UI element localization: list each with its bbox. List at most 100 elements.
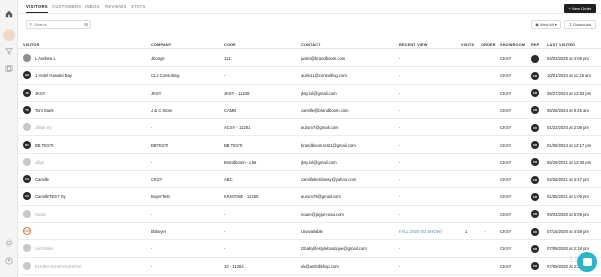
cell-code: ABC bbox=[224, 177, 233, 183]
cell-showroom: CKSY bbox=[500, 125, 512, 131]
cell-visitor[interactable]: ELVIRA KUSRYASHOVA bbox=[35, 264, 82, 269]
view-all-dropdown[interactable]: ◉ View All ▾ bbox=[531, 20, 561, 29]
cell-contact: tzbabylifestyleboutique@gmail.com bbox=[301, 246, 367, 252]
visitor-avatar: CS bbox=[23, 192, 31, 201]
gallery-icon[interactable] bbox=[4, 64, 14, 74]
table-row[interactable]: GO bbbuyer - Unavailable FALL 2020 (02 SHOW)… bbox=[18, 223, 601, 241]
cell-contact: Unavailable bbox=[301, 229, 323, 234]
tab-customers[interactable]: CUSTOMERS bbox=[52, 4, 81, 9]
cell-visitor[interactable]: Camille bbox=[35, 177, 49, 182]
cell-company: J & C Store bbox=[151, 107, 173, 113]
table-row[interactable]: ELVIRA KUSRYASHOVA - 10 - 11264 ek@anthills… bbox=[18, 258, 601, 275]
visitor-avatar bbox=[23, 209, 31, 218]
col-visitor[interactable]: VISITOR bbox=[23, 43, 40, 47]
cell-company: BuyerTest bbox=[151, 194, 170, 200]
tab-inbox[interactable]: INBOX bbox=[85, 4, 100, 9]
table-row[interactable]: CA Camille CKSY ABC camillekristinesy@yahoo.… bbox=[18, 171, 601, 189]
table-row[interactable]: Lief Stiles - - tzbabylifestyleboutique@gma… bbox=[18, 240, 601, 258]
scan-icon[interactable]: ⊞ bbox=[84, 22, 88, 28]
search-icon: ⚲ bbox=[29, 21, 33, 27]
visitor-avatar: BT bbox=[23, 140, 31, 149]
table-row[interactable]: Jillyn - Brandboom - L56 jksy.lol@gmail.com… bbox=[18, 154, 601, 172]
cell-showroom: CKSY bbox=[500, 90, 512, 96]
rep-avatar: CR bbox=[531, 123, 539, 132]
home-icon[interactable] bbox=[4, 9, 14, 19]
table-row[interactable]: CS CamilleTEST Sy BuyerTest KRISTINE - 1126… bbox=[18, 188, 601, 206]
cell-showroom: CKSY bbox=[500, 229, 512, 234]
tab-stats[interactable]: STATS bbox=[131, 4, 146, 9]
table-header: VISITOR COMPANY CODE CONTACT RECENT VIEW… bbox=[18, 40, 601, 49]
cell-showroom: CKSY bbox=[500, 107, 512, 113]
rep-avatar: CR bbox=[531, 158, 539, 167]
cell-company: - bbox=[151, 211, 153, 217]
cell-last-visited: 04/26/2021 at 3:47 pm bbox=[547, 177, 589, 183]
visitor-avatar: JK bbox=[23, 88, 31, 97]
col-order[interactable]: ORDER bbox=[481, 43, 496, 47]
rep-avatar: CR bbox=[531, 244, 539, 253]
table-row[interactable]: BT BB TESTI BBTESTI BB TESTI brandboom.test1… bbox=[18, 137, 601, 154]
plus-icon: + bbox=[568, 6, 571, 11]
cell-company: CLJ Consulting bbox=[151, 73, 180, 79]
cell-recent-view: - bbox=[399, 107, 401, 113]
cell-company: BBTESTI bbox=[151, 142, 169, 148]
cell-code: CAMB bbox=[224, 107, 237, 113]
col-recent-view[interactable]: RECENT VIEW bbox=[399, 43, 428, 47]
filter-icon[interactable] bbox=[4, 46, 14, 56]
account-icon[interactable] bbox=[4, 256, 14, 266]
cell-visitor[interactable]: JKSY bbox=[35, 91, 45, 96]
table-row[interactable]: L Andrew L Jbongs 111 justin@brandboom.com -… bbox=[18, 50, 601, 68]
tab-reviews[interactable]: REVIEWS bbox=[105, 4, 126, 9]
cell-visitor[interactable]: 1 Hotel Hanalei Bay bbox=[35, 73, 72, 78]
col-last-visited[interactable]: LAST VISITED bbox=[547, 43, 575, 47]
cell-code: - bbox=[224, 73, 226, 79]
cell-code: JKSY - 11248 bbox=[224, 90, 250, 96]
cell-visitor[interactable]: Noam bbox=[35, 212, 46, 217]
cell-visitor[interactable]: L Andrew L bbox=[35, 56, 56, 61]
rep-avatar: CR bbox=[531, 106, 539, 115]
rep-avatar: CR bbox=[531, 175, 539, 184]
cell-recent-view: - bbox=[399, 56, 401, 61]
new-order-button[interactable]: + New Order bbox=[564, 4, 596, 13]
table-row[interactable]: Jillian Sy - ACSY - 11251 aurum7@gmail.com -… bbox=[18, 119, 601, 137]
col-rep[interactable]: REP bbox=[531, 43, 539, 47]
top-nav: VISITORS CUSTOMERS INBOX REVIEWS STATS bbox=[18, 0, 601, 14]
rep-avatar: CR bbox=[531, 141, 539, 149]
cell-showroom: CKSY bbox=[500, 56, 512, 61]
cell-contact: camille@brandboom.com bbox=[301, 107, 349, 113]
col-visits[interactable]: VISITS bbox=[461, 43, 474, 47]
cell-visitor[interactable]: Lief Stiles bbox=[35, 246, 53, 251]
cell-visitor[interactable]: Jillian Sy bbox=[35, 125, 52, 130]
col-contact[interactable]: CONTACT bbox=[301, 43, 321, 47]
table-row[interactable]: TS Toni Stark J & C Store CAMB camille@brand… bbox=[18, 102, 601, 120]
col-showroom[interactable]: SHOWROOM bbox=[500, 43, 525, 47]
cell-company: CKSY bbox=[151, 177, 163, 183]
table-row[interactable]: JK JKSY JKSY JKSY - 11248 jksy.lol@gmail.com… bbox=[18, 85, 601, 102]
table-row[interactable]: HH 1 Hotel Hanalei Bay CLJ Consulting - auri… bbox=[18, 67, 601, 85]
tab-visitors[interactable]: VISITORS bbox=[26, 4, 48, 13]
visitor-avatar: TS bbox=[23, 105, 31, 114]
search-input[interactable] bbox=[34, 22, 83, 27]
cell-code: ACSY - 11251 bbox=[224, 125, 251, 131]
cell-last-visited: 04/03/2025 at 4:06 pm bbox=[547, 56, 589, 61]
col-company[interactable]: COMPANY bbox=[151, 43, 172, 47]
cell-contact: jksy.lol@gmail.com bbox=[301, 159, 337, 165]
download-button[interactable]: ↧ Download bbox=[564, 20, 596, 29]
settings-icon[interactable] bbox=[4, 238, 14, 248]
cell-last-visited: 06/27/2024 at 12:53 pm bbox=[547, 90, 592, 96]
table-row[interactable]: Noam - - noam@jayjun-usa.com - CKSY 09/03/2020… bbox=[18, 206, 601, 223]
search-box: ⚲ ⊞ bbox=[26, 20, 91, 29]
user-avatar[interactable] bbox=[3, 29, 15, 41]
cell-recent-view: - bbox=[399, 263, 401, 269]
chat-button[interactable] bbox=[577, 252, 597, 272]
cell-visitor[interactable]: Jillyn bbox=[35, 160, 44, 165]
cell-last-visited: 09/03/2020 at 5:09 pm bbox=[547, 211, 589, 217]
col-code[interactable]: CODE bbox=[224, 43, 236, 47]
cell-recent-view[interactable]: FALL 2020 (02 SHOW) bbox=[399, 229, 442, 234]
cell-recent-view: - bbox=[399, 142, 401, 148]
cell-visitor[interactable]: BB TESTI bbox=[35, 143, 54, 148]
visitor-avatar: HH bbox=[23, 71, 31, 80]
cell-visitor[interactable]: Toni Stark bbox=[35, 108, 54, 113]
cell-visitor[interactable]: CamilleTEST Sy bbox=[35, 194, 66, 199]
visitor-avatar bbox=[23, 54, 31, 62]
rep-avatar: CR bbox=[531, 192, 539, 201]
